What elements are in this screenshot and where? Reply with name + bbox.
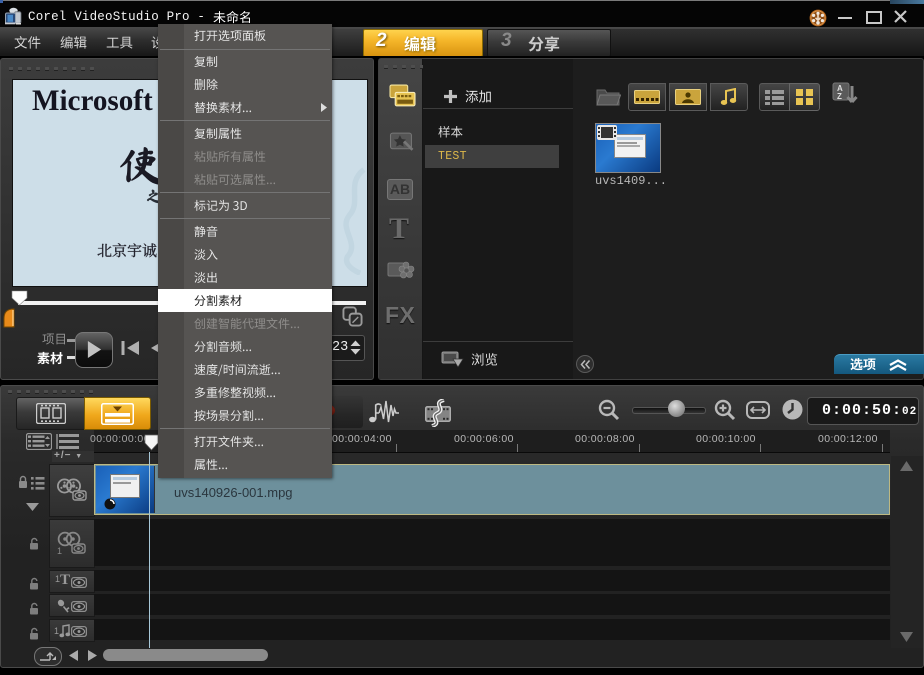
svg-text:1: 1 [57,546,62,555]
svg-text:Z: Z [837,92,842,101]
